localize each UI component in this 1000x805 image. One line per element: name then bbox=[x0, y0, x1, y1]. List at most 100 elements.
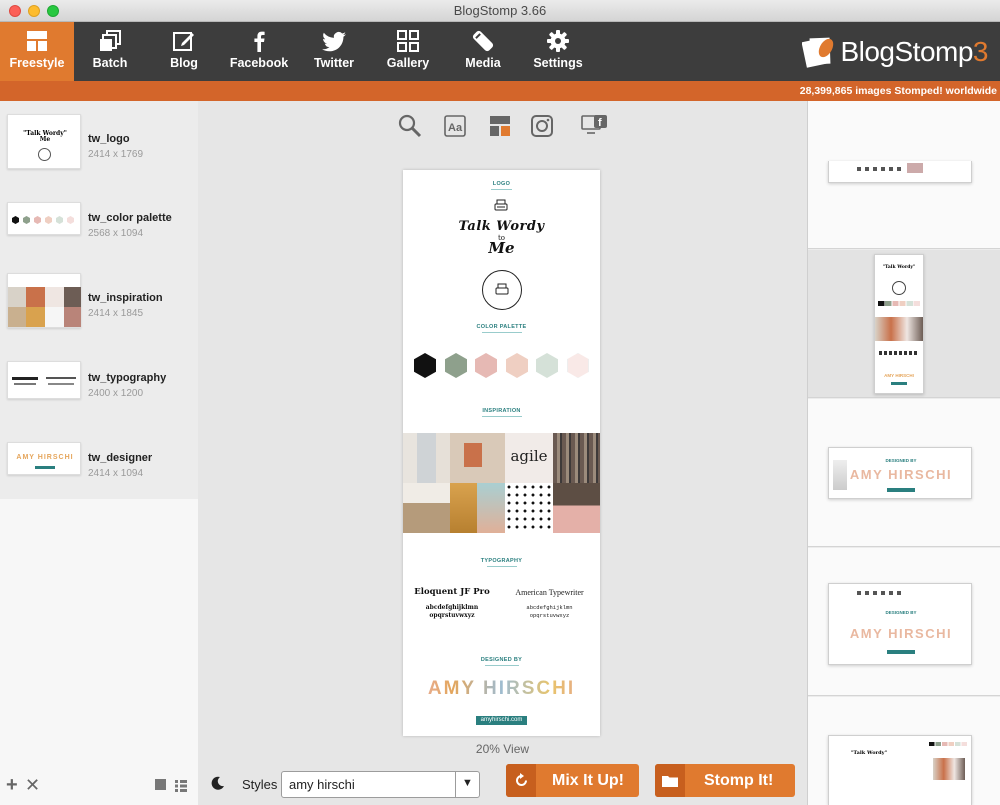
blog-icon bbox=[173, 32, 194, 51]
palette-swatch bbox=[567, 353, 589, 378]
stomp-count-text: 28,399,865 images Stomped! worldwide bbox=[799, 85, 997, 97]
status-bar: 28,399,865 images Stomped! worldwide bbox=[0, 81, 1000, 101]
preview-item[interactable] bbox=[808, 101, 1000, 249]
grid-view-icon[interactable] bbox=[155, 779, 166, 790]
tab-media[interactable]: Media bbox=[446, 22, 520, 81]
tab-gallery-label: Gallery bbox=[386, 56, 430, 70]
remove-files-icon[interactable]: ✕ bbox=[25, 773, 40, 797]
text-style-icon[interactable]: Aa bbox=[443, 114, 467, 138]
dark-mode-icon[interactable] bbox=[211, 776, 225, 790]
settings-icon bbox=[547, 30, 569, 52]
inspiration-photo-window bbox=[403, 433, 450, 483]
tab-batch[interactable]: Batch bbox=[73, 22, 147, 81]
preview-thumbnail bbox=[828, 161, 972, 183]
tab-blog[interactable]: Blog bbox=[147, 22, 221, 81]
list-view-icon[interactable] bbox=[175, 779, 187, 792]
designer-name: AMY HIRSCHI bbox=[403, 678, 600, 700]
palette-swatch bbox=[536, 353, 558, 378]
facebook-preview-icon[interactable]: f bbox=[581, 114, 609, 138]
shuffle-icon bbox=[506, 764, 536, 797]
font-1-sample-1: abcdefghijklmn bbox=[425, 604, 479, 611]
mix-it-up-button[interactable]: Mix It Up! bbox=[506, 764, 639, 797]
file-dimensions: 2568 x 1094 bbox=[88, 228, 144, 239]
chevron-down-icon[interactable]: ▼ bbox=[455, 772, 479, 797]
file-item-tw-logo[interactable]: "Talk Wordy" Me tw_logo 2414 x 1769 bbox=[0, 114, 198, 194]
file-thumbnail: "Talk Wordy" Me bbox=[7, 114, 81, 169]
tab-facebook-label: Facebook bbox=[229, 56, 289, 70]
styles-select-value: amy hirschi bbox=[289, 777, 355, 792]
file-name: tw_inspiration bbox=[88, 292, 163, 304]
preview-item[interactable]: DESIGNED BY AMY HIRSCHI bbox=[808, 399, 1000, 547]
styles-select[interactable]: amy hirschi ▼ bbox=[281, 771, 480, 798]
tab-gallery[interactable]: Gallery bbox=[371, 22, 445, 81]
add-files-icon[interactable]: + bbox=[6, 773, 18, 797]
typewriter-icon bbox=[494, 199, 508, 211]
zoom-window-button[interactable] bbox=[47, 5, 59, 17]
preview-thumbnail: "Talk Wordy" AMY HIRSCHI bbox=[874, 254, 924, 394]
facebook-icon bbox=[254, 31, 265, 52]
gallery-icon bbox=[397, 30, 419, 52]
preview-thumbnail: "Talk Wordy" bbox=[828, 735, 972, 805]
file-item-tw-typography[interactable]: tw_typography 2400 x 1200 bbox=[0, 353, 198, 433]
tab-settings-label: Settings bbox=[533, 56, 583, 70]
layout-icon[interactable] bbox=[488, 114, 512, 138]
file-list-tools: + ✕ bbox=[0, 771, 198, 801]
font-1-sample-2: opqrstuvwxyz bbox=[429, 612, 475, 619]
preview-panel: "Talk Wordy" AMY HIRSCHI DESIGNED BY AMY… bbox=[807, 101, 1000, 805]
file-name: tw_typography bbox=[88, 372, 167, 384]
file-thumbnail bbox=[7, 273, 81, 328]
svg-text:f: f bbox=[598, 117, 602, 129]
file-list-empty-area bbox=[0, 499, 198, 805]
zoom-level: 20% View bbox=[475, 742, 530, 756]
preview-designer-name: AMY HIRSCHI bbox=[849, 467, 953, 482]
inspiration-photo-dots bbox=[505, 483, 553, 533]
palette-swatch bbox=[414, 353, 436, 378]
inspiration-photo-library bbox=[553, 433, 600, 483]
preview-item[interactable]: "Talk Wordy" bbox=[808, 697, 1000, 805]
tab-batch-label: Batch bbox=[92, 56, 128, 70]
close-window-button[interactable] bbox=[9, 5, 21, 17]
file-item-tw-color-palette[interactable]: tw_color palette 2568 x 1094 bbox=[0, 194, 198, 274]
tab-freestyle-label: Freestyle bbox=[9, 56, 65, 70]
twitter-icon bbox=[322, 32, 346, 52]
svg-text:Aa: Aa bbox=[448, 122, 463, 134]
preview-item[interactable]: DESIGNED BY AMY HIRSCHI bbox=[808, 548, 1000, 696]
preview-thumbnail: DESIGNED BY AMY HIRSCHI bbox=[828, 447, 972, 499]
minimize-window-button[interactable] bbox=[28, 5, 40, 17]
file-item-tw-inspiration[interactable]: tw_inspiration 2414 x 1845 bbox=[0, 273, 198, 353]
tab-freestyle[interactable]: Freestyle bbox=[0, 22, 74, 81]
tab-twitter[interactable]: Twitter bbox=[297, 22, 371, 81]
palette-section-heading: COLOR PALETTE bbox=[476, 324, 527, 330]
inspiration-photo-agile: agile bbox=[505, 433, 553, 483]
tab-blog-label: Blog bbox=[170, 56, 198, 70]
batch-icon bbox=[100, 30, 121, 51]
file-thumbnail bbox=[7, 361, 81, 399]
window-titlebar: BlogStomp 3.66 bbox=[0, 0, 1000, 22]
stomp-it-button[interactable]: Stomp It! bbox=[655, 764, 795, 797]
file-name: tw_designer bbox=[88, 452, 153, 464]
tab-settings[interactable]: Settings bbox=[521, 22, 595, 81]
logo-line-3: Me bbox=[488, 239, 515, 257]
palette-swatch bbox=[506, 353, 528, 378]
file-list-panel: "Talk Wordy" Me tw_logo 2414 x 1769 tw_co… bbox=[0, 101, 198, 805]
palette-swatch bbox=[475, 353, 497, 378]
inspiration-photo-books bbox=[403, 483, 450, 533]
inspiration-section-heading: INSPIRATION bbox=[482, 408, 521, 414]
font-2-sample-2: opqrstuvwxyz bbox=[529, 612, 570, 619]
inspiration-photo-bedroom bbox=[553, 483, 600, 533]
tab-facebook[interactable]: Facebook bbox=[222, 22, 296, 81]
inspiration-photo-print bbox=[450, 433, 505, 483]
search-icon[interactable] bbox=[398, 114, 422, 138]
brand-logo: BlogStomp3 bbox=[802, 32, 989, 72]
bottom-controls: Styles amy hirschi ▼ Mix It Up! Stomp It… bbox=[198, 760, 807, 805]
mix-it-up-label: Mix It Up! bbox=[552, 772, 624, 789]
file-name: tw_color palette bbox=[88, 212, 172, 224]
preview-thumbnail: DESIGNED BY AMY HIRSCHI bbox=[828, 583, 972, 665]
preview-item-selected[interactable]: "Talk Wordy" AMY HIRSCHI bbox=[808, 250, 1000, 398]
instagram-icon[interactable] bbox=[530, 114, 554, 138]
stomp-canvas[interactable]: LOGO Talk Wordy to Me COLOR PALETTE INSP… bbox=[403, 170, 600, 736]
editor-area: Aa f LOGO Talk Wordy to Me COLOR PALETTE… bbox=[198, 101, 807, 805]
inspiration-photo-sweater bbox=[450, 483, 477, 533]
main-toolbar: Freestyle Batch Blog Facebook Twitter Ga… bbox=[0, 22, 1000, 81]
tab-media-label: Media bbox=[465, 56, 501, 70]
